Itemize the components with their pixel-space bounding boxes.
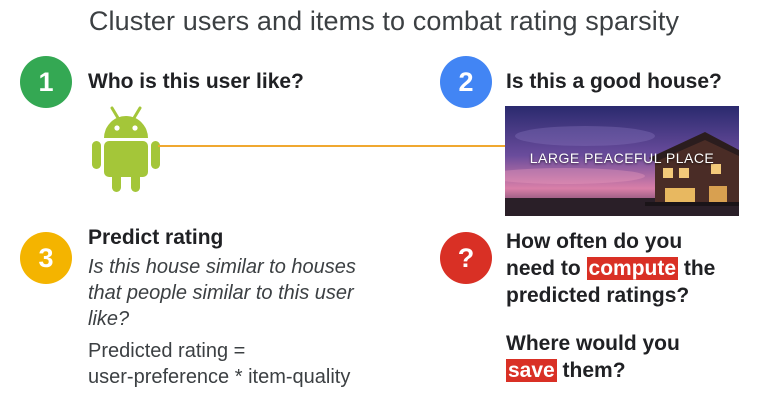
user-item-connector-line [158,145,508,147]
question-badge: ? [440,232,492,284]
similarity-question-line-1: Is this house similar to houses [88,256,356,278]
save-highlight: save [506,359,557,382]
rating-formula-line-2: user-preference * item-quality [88,366,351,388]
compute-question-post: the [678,257,716,280]
android-icon [92,102,160,194]
house-image-caption: LARGE PEACEFUL PLACE [529,150,715,166]
save-question: Where would you save them? [506,330,680,384]
step-1-heading: Who is this user like? [88,70,304,93]
compute-highlight: compute [586,257,679,280]
similarity-question-line-2: that people similar to this user [88,282,354,304]
slide: Cluster users and items to combat rating… [0,0,768,406]
question-mark: ? [457,242,475,273]
step-2-heading: Is this a good house? [506,70,722,93]
compute-question-line-1: How often do you [506,230,683,253]
compute-question-pre: need to [506,257,587,280]
similarity-question-line-3: like? [88,308,130,330]
step-3-heading: Predict rating [88,226,224,249]
step-3-number: 3 [38,242,54,273]
step-3-badge: 3 [20,232,72,284]
rating-formula: Predicted rating = user-preference * ite… [88,338,350,390]
save-question-line-2: save them? [506,357,680,384]
compute-question-line-3: predicted ratings? [506,284,690,307]
step-1-badge: 1 [20,56,72,108]
save-question-post: them? [556,359,626,382]
save-question-line-1: Where would you [506,332,680,355]
step-2-number: 2 [458,66,474,97]
house-image: LARGE PEACEFUL PLACE [505,106,739,216]
step-1-number: 1 [38,66,54,97]
compute-question: How often do you need to compute the pre… [506,228,715,309]
slide-title: Cluster users and items to combat rating… [88,6,680,36]
compute-question-line-2: need to compute the [506,255,715,282]
step-2-badge: 2 [440,56,492,108]
rating-formula-line-1: Predicted rating = [88,340,246,362]
similarity-question: Is this house similar to houses that peo… [88,254,356,332]
